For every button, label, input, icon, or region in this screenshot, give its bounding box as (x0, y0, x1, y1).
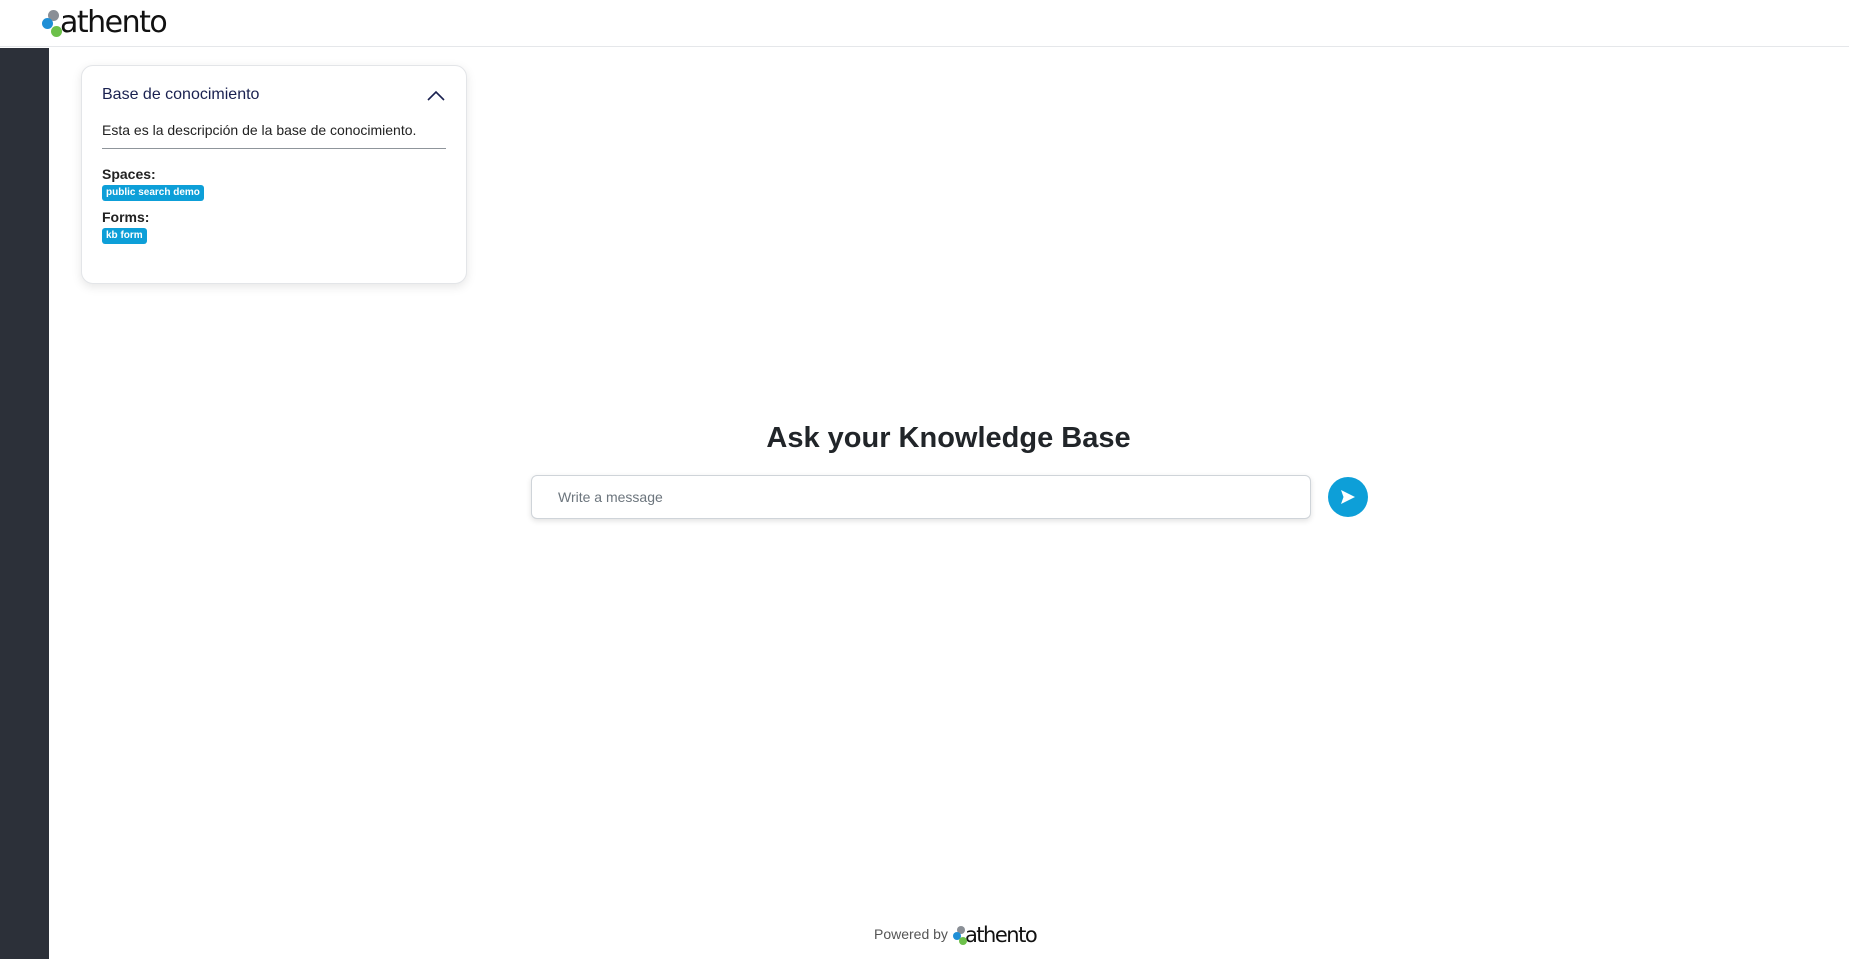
chevron-up-icon[interactable] (426, 88, 446, 102)
sidebar (0, 48, 49, 959)
knowledge-base-title: Base de conocimiento (102, 86, 260, 103)
space-badge: public search demo (102, 185, 204, 201)
knowledge-base-card-header[interactable]: Base de conocimiento (102, 84, 446, 106)
forms-label: Forms: (102, 209, 150, 225)
top-navbar: athento (0, 0, 1849, 47)
form-badge: kb form (102, 228, 147, 244)
footer-athento-logo[interactable]: athento (952, 922, 1038, 947)
knowledge-base-description: Esta es la descripción de la base de con… (102, 122, 446, 149)
spaces-label: Spaces: (102, 166, 156, 182)
athento-dots-icon (42, 4, 62, 38)
athento-dots-icon (952, 922, 967, 946)
send-icon (1341, 490, 1355, 504)
send-button[interactable] (1328, 477, 1368, 517)
page-title: Ask your Knowledge Base (766, 422, 1131, 454)
athento-logo[interactable]: athento (42, 4, 168, 40)
footer: Powered by athento (874, 922, 1038, 947)
footer-logo-wordmark: athento (964, 923, 1038, 947)
logo-wordmark: athento (60, 5, 168, 40)
knowledge-base-card: Base de conocimiento Esta es la descripc… (81, 65, 467, 284)
powered-by-text: Powered by (874, 926, 948, 942)
message-input[interactable] (531, 475, 1311, 519)
